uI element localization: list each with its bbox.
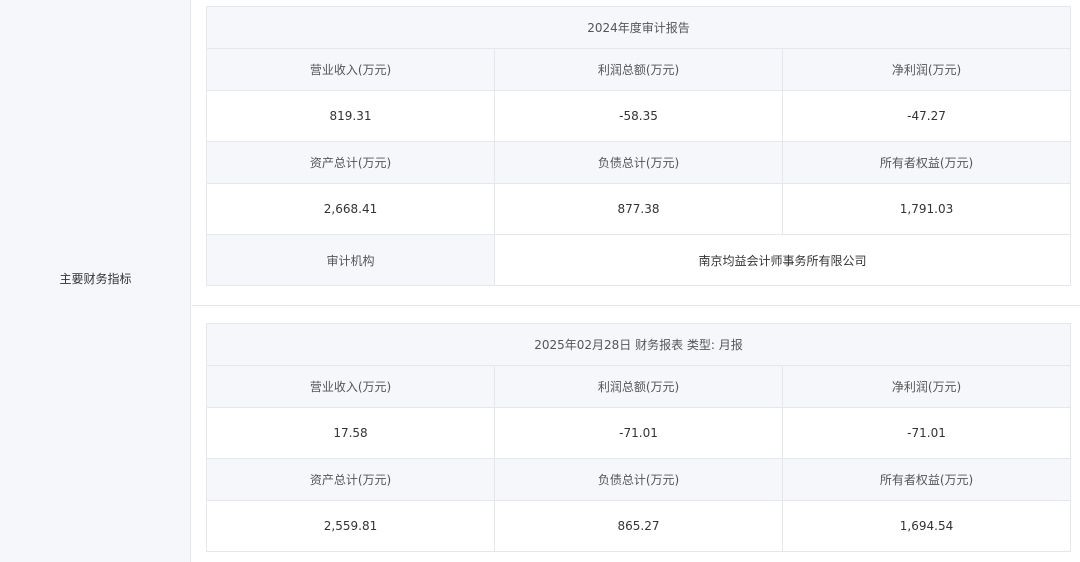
table-row: 17.58 -71.01 -71.01: [206, 407, 1071, 459]
table-title-row: 2024年度审计报告: [206, 6, 1071, 49]
table-row: 2,668.41 877.38 1,791.03: [206, 183, 1071, 235]
table-header-row: 资产总计(万元) 负债总计(万元) 所有者权益(万元): [206, 141, 1071, 184]
annual-audit-report: 2024年度审计报告 营业收入(万元) 利润总额(万元) 净利润(万元) 819…: [192, 0, 1080, 304]
header-net-profit: 净利润(万元): [782, 48, 1071, 91]
header-revenue: 营业收入(万元): [206, 365, 495, 408]
header-owner-equity: 所有者权益(万元): [782, 458, 1071, 501]
header-total-profit: 利润总额(万元): [494, 365, 783, 408]
value-net-profit: -71.01: [782, 407, 1071, 459]
header-total-liabilities: 负债总计(万元): [494, 141, 783, 184]
value-total-profit: -71.01: [494, 407, 783, 459]
value-total-profit: -58.35: [494, 90, 783, 142]
auditor-value: 南京均益会计师事务所有限公司: [494, 234, 1071, 286]
value-total-assets: 2,559.81: [206, 500, 495, 552]
header-total-profit: 利润总额(万元): [494, 48, 783, 91]
header-total-assets: 资产总计(万元): [206, 458, 495, 501]
value-revenue: 17.58: [206, 407, 495, 459]
header-net-profit: 净利润(万元): [782, 365, 1071, 408]
table-header-row: 营业收入(万元) 利润总额(万元) 净利润(万元): [206, 365, 1071, 408]
value-total-liabilities: 877.38: [494, 183, 783, 235]
table-header-row: 资产总计(万元) 负债总计(万元) 所有者权益(万元): [206, 458, 1071, 501]
header-total-liabilities: 负债总计(万元): [494, 458, 783, 501]
section-label: 主要财务指标: [59, 272, 132, 286]
table-row: 2,559.81 865.27 1,694.54: [206, 500, 1071, 552]
report-title: 2025年02月28日 财务报表 类型: 月报: [206, 323, 1071, 366]
annual-audit-table: 2024年度审计报告 营业收入(万元) 利润总额(万元) 净利润(万元) 819…: [206, 6, 1071, 286]
value-net-profit: -47.27: [782, 90, 1071, 142]
value-revenue: 819.31: [206, 90, 495, 142]
value-total-assets: 2,668.41: [206, 183, 495, 235]
header-owner-equity: 所有者权益(万元): [782, 141, 1071, 184]
table-header-row: 营业收入(万元) 利润总额(万元) 净利润(万元): [206, 48, 1071, 91]
auditor-row: 审计机构 南京均益会计师事务所有限公司: [206, 234, 1071, 286]
value-owner-equity: 1,791.03: [782, 183, 1071, 235]
section-label-column: 主要财务指标: [0, 0, 191, 562]
report-title: 2024年度审计报告: [206, 6, 1071, 49]
monthly-financial-report: 2025年02月28日 财务报表 类型: 月报 营业收入(万元) 利润总额(万元…: [192, 305, 1080, 562]
header-total-assets: 资产总计(万元): [206, 141, 495, 184]
table-row: 819.31 -58.35 -47.27: [206, 90, 1071, 142]
value-owner-equity: 1,694.54: [782, 500, 1071, 552]
auditor-label: 审计机构: [206, 234, 495, 286]
table-title-row: 2025年02月28日 财务报表 类型: 月报: [206, 323, 1071, 366]
monthly-report-table: 2025年02月28日 财务报表 类型: 月报 营业收入(万元) 利润总额(万元…: [206, 323, 1071, 552]
header-revenue: 营业收入(万元): [206, 48, 495, 91]
value-total-liabilities: 865.27: [494, 500, 783, 552]
